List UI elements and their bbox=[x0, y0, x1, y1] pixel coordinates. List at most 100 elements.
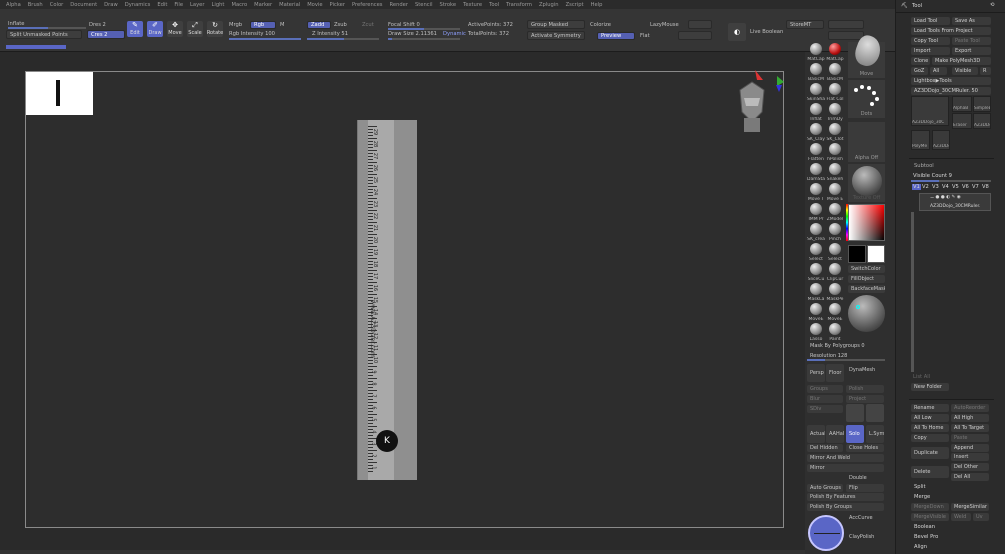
bpr-button[interactable] bbox=[846, 404, 864, 422]
draw-size-slider[interactable]: Draw Size 2.11361 bbox=[388, 31, 437, 37]
stroke-dots[interactable]: Dots bbox=[848, 80, 885, 118]
menu-item-zplugin[interactable]: Zplugin bbox=[539, 2, 559, 8]
tool-thumbnail[interactable]: AlphaB bbox=[952, 96, 972, 112]
brush-trimdy[interactable]: TrimDy bbox=[826, 102, 844, 122]
curve-editor[interactable] bbox=[808, 515, 844, 551]
brush-sk-clay[interactable]: SK_Clay bbox=[807, 122, 825, 142]
split-unmasked-points-button[interactable]: Split Unmasked Points bbox=[6, 30, 82, 39]
subtool-version-v5[interactable]: V5 bbox=[952, 184, 959, 190]
menu-item-edit[interactable]: Edit bbox=[157, 2, 167, 8]
del-hidden-button[interactable]: Del Hidden bbox=[807, 444, 843, 452]
brush-skinsha[interactable]: SkinSha bbox=[807, 82, 825, 102]
cres-slider[interactable]: Cres 2 bbox=[87, 30, 125, 39]
paste-button[interactable]: Paste bbox=[951, 434, 989, 442]
subtool-header[interactable]: Subtool bbox=[914, 163, 934, 169]
menu-item-marker[interactable]: Marker bbox=[254, 2, 272, 8]
menu-item-tool[interactable]: Tool bbox=[489, 2, 499, 8]
menu-item-material[interactable]: Material bbox=[279, 2, 300, 8]
insert-button[interactable]: Insert bbox=[951, 453, 989, 461]
brush-hpolish[interactable]: hPolish bbox=[826, 142, 844, 162]
brush-imm-pr[interactable]: IMM Pr bbox=[807, 202, 825, 222]
menu-item-file[interactable]: File bbox=[174, 2, 183, 8]
live-boolean-icon[interactable]: ◐ bbox=[728, 23, 746, 41]
brush-maskla[interactable]: MaskLa bbox=[807, 282, 825, 302]
tool-thumbnail[interactable]: PolyMe bbox=[911, 130, 930, 150]
preview-button[interactable]: Preview bbox=[597, 32, 635, 40]
all-high-button[interactable]: All High bbox=[951, 414, 989, 422]
grid-toggle-icon[interactable] bbox=[866, 404, 884, 422]
menu-item-picker[interactable]: Picker bbox=[330, 2, 345, 8]
menu-item-macro[interactable]: Macro bbox=[231, 2, 247, 8]
mirror-and-weld-button[interactable]: Mirror And Weld bbox=[807, 454, 884, 462]
auto-groups-button[interactable]: Auto Groups bbox=[807, 484, 843, 492]
all-to-home-button[interactable]: All To Home bbox=[911, 424, 949, 432]
rgb-intensity-track[interactable] bbox=[229, 38, 301, 40]
autoreorder-button[interactable]: AutoReorder bbox=[951, 404, 989, 412]
paste-tool-button[interactable]: Paste Tool bbox=[952, 37, 991, 45]
menu-item-stencil[interactable]: Stencil bbox=[415, 2, 433, 8]
activate-symmetry-button[interactable]: Activate Symmetry bbox=[527, 31, 585, 40]
menu-item-stroke[interactable]: Stroke bbox=[440, 2, 457, 8]
dres-label[interactable]: Dres 2 bbox=[89, 22, 106, 28]
brush-move-t[interactable]: Move T bbox=[807, 182, 825, 202]
rotate-button[interactable]: ↻ Rotate bbox=[207, 21, 223, 37]
merge-section[interactable]: Merge bbox=[914, 494, 930, 500]
orientation-head-icon[interactable] bbox=[730, 68, 790, 136]
menu-item-alpha[interactable]: Alpha bbox=[6, 2, 21, 8]
menu-item-document[interactable]: Document bbox=[70, 2, 97, 8]
sdiv-slider[interactable]: SDiv bbox=[807, 405, 843, 413]
zcut-button[interactable]: Zcut bbox=[362, 22, 374, 28]
menu-item-light[interactable]: Light bbox=[212, 2, 225, 8]
persp-button[interactable]: Persp bbox=[807, 364, 825, 382]
all-to-target-button[interactable]: All To Target bbox=[951, 424, 989, 432]
tool-thumbnail[interactable]: AZ3DDo bbox=[932, 130, 950, 150]
menu-item-brush[interactable]: Brush bbox=[28, 2, 43, 8]
brush-move-e[interactable]: Move E bbox=[826, 182, 844, 202]
brush-select[interactable]: Select bbox=[826, 242, 844, 262]
merge-visible-button[interactable]: MergeVisible bbox=[911, 513, 949, 521]
copy-button[interactable]: Copy bbox=[911, 434, 949, 442]
merge-down-button[interactable]: MergeDown bbox=[911, 503, 949, 511]
close-holes-button[interactable]: Close Holes bbox=[846, 444, 884, 452]
menu-item-texture[interactable]: Texture bbox=[463, 2, 482, 8]
save-as-button[interactable]: Save As bbox=[952, 17, 991, 25]
acccurve-button[interactable]: AccCurve bbox=[846, 514, 884, 522]
aahalf-button[interactable]: AAHalf bbox=[826, 425, 844, 443]
focal-shift-track[interactable] bbox=[388, 28, 460, 30]
brush-basicm[interactable]: BasicM bbox=[826, 62, 844, 82]
brush-maskpe[interactable]: MaskPe bbox=[826, 282, 844, 302]
dynamesh-button[interactable]: DynaMesh bbox=[846, 366, 884, 374]
floor-button[interactable]: Floor bbox=[826, 364, 844, 382]
lsym-button[interactable]: L.Sym bbox=[866, 425, 884, 443]
ruler-model[interactable]: 1 2 3 4 5 6 7 8 9 10 11 12 13 14 15 16 17 18 19 20 21 22 23 24 2… bbox=[357, 120, 417, 480]
disabled-toggle-top[interactable] bbox=[688, 20, 712, 29]
boolean-section[interactable]: Boolean bbox=[914, 524, 935, 530]
flat-button[interactable]: Flat bbox=[640, 33, 650, 39]
fill-object-button[interactable]: FillObject bbox=[848, 275, 885, 283]
inflate-slider[interactable] bbox=[8, 27, 86, 29]
shelf-disabled-1[interactable] bbox=[828, 20, 864, 29]
actual-button[interactable]: Actual bbox=[807, 425, 825, 443]
group-masked-button[interactable]: Group Masked bbox=[527, 20, 585, 29]
duplicate-button[interactable]: Duplicate bbox=[911, 447, 949, 459]
edit-button[interactable]: ✎ Edit bbox=[127, 21, 143, 37]
menu-item-transform[interactable]: Transform bbox=[506, 2, 532, 8]
material-slot[interactable]: Texture Off bbox=[848, 164, 885, 202]
matcap-preview[interactable] bbox=[848, 295, 885, 332]
brush-select[interactable]: Select bbox=[807, 242, 825, 262]
rename-button[interactable]: Rename bbox=[911, 404, 949, 412]
subtool-version-v7[interactable]: V7 bbox=[972, 184, 979, 190]
polish-by-groups-slider[interactable]: Polish By Groups bbox=[807, 503, 884, 511]
zadd-button[interactable]: Zadd bbox=[307, 21, 331, 29]
colorize-button[interactable]: Colorize bbox=[590, 22, 611, 28]
live-boolean-button[interactable]: Live Boolean bbox=[750, 29, 783, 35]
flip-button[interactable]: Flip bbox=[846, 484, 884, 492]
brush-flat-col[interactable]: Flat Col bbox=[826, 82, 844, 102]
canvas-viewport[interactable]: 1 2 3 4 5 6 7 8 9 10 11 12 13 14 15 16 17 18 19 20 21 22 23 24 2… bbox=[0, 52, 805, 554]
split-section[interactable]: Split bbox=[914, 484, 926, 490]
load-tools-from-project-button[interactable]: Load Tools From Project bbox=[911, 27, 991, 35]
polish-by-features-slider[interactable]: Polish By Features bbox=[807, 493, 884, 501]
del-all-button[interactable]: Del All bbox=[951, 473, 989, 481]
import-button[interactable]: Import bbox=[911, 47, 950, 55]
all-button[interactable]: All bbox=[930, 67, 947, 75]
